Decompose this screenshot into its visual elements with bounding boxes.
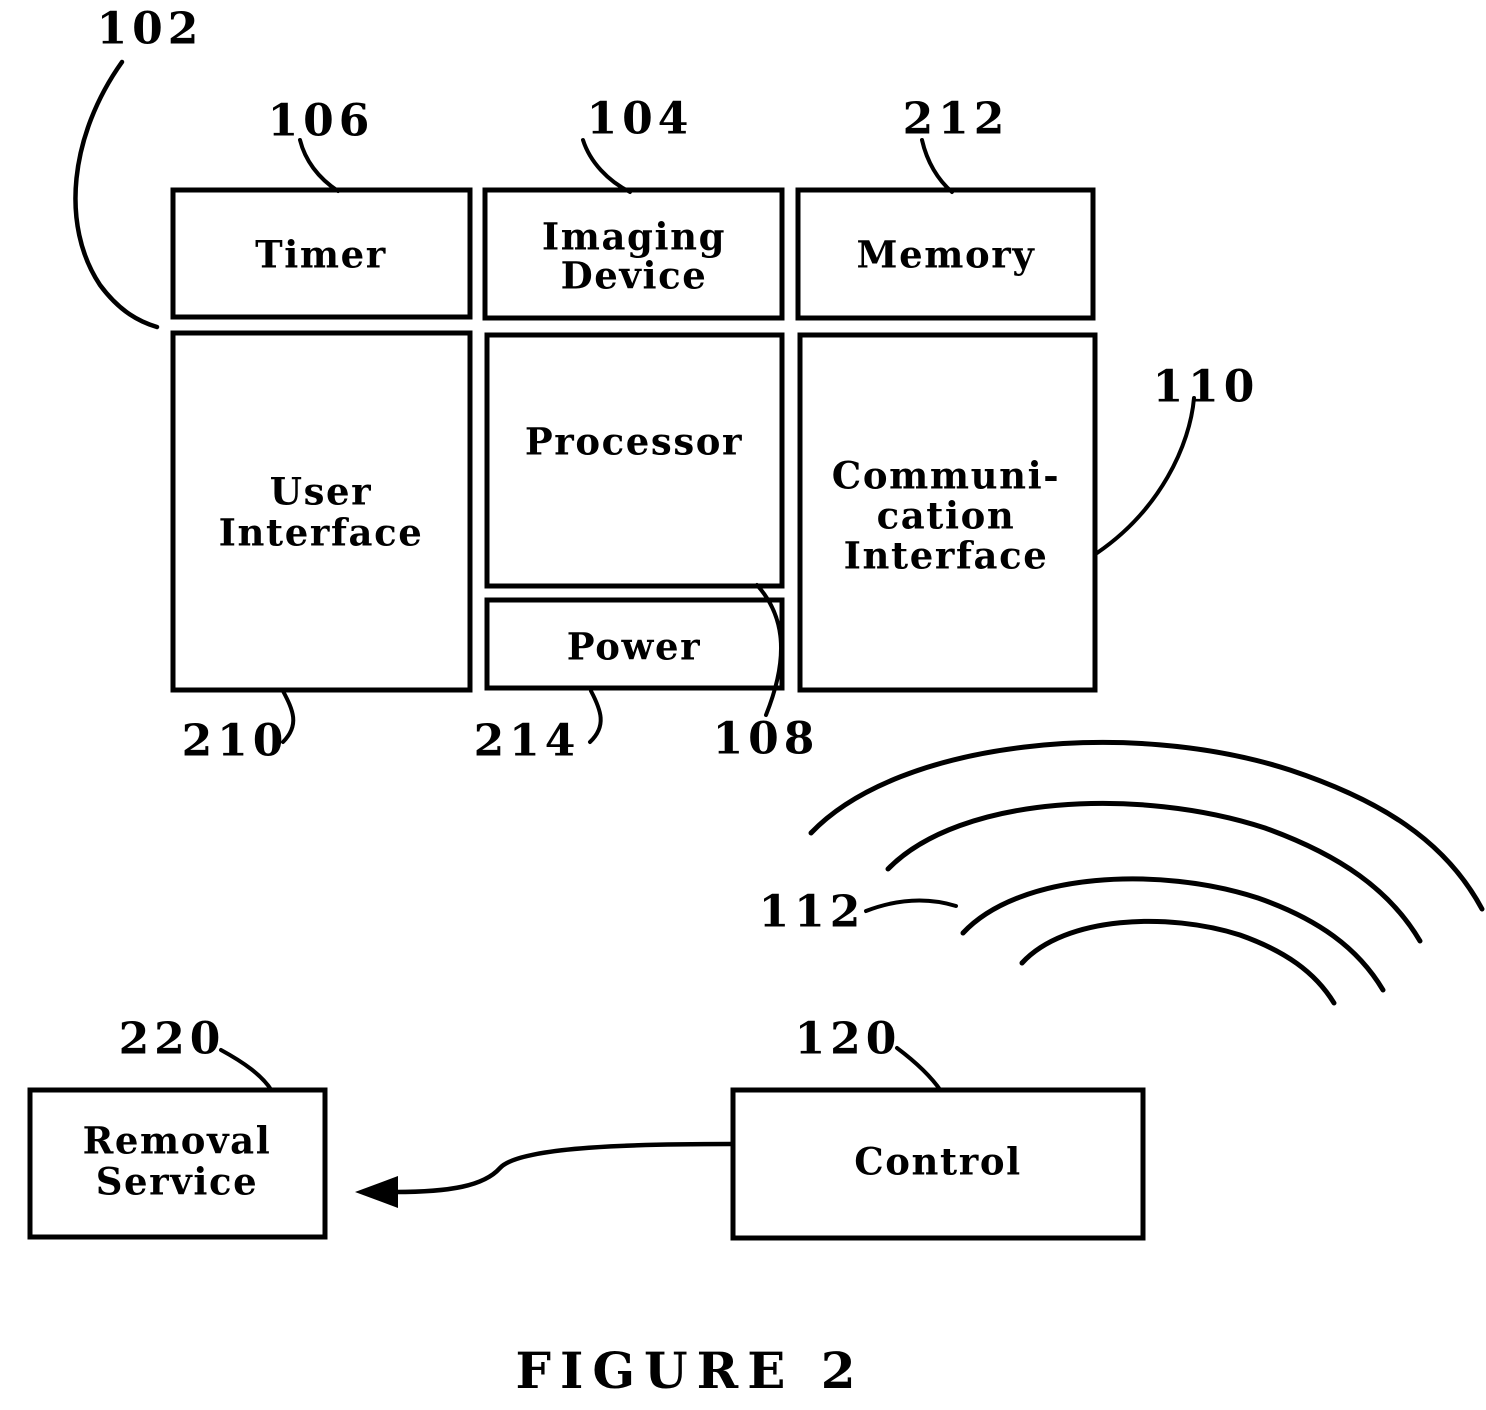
wireless-signal-arcs bbox=[808, 739, 1485, 1006]
leader-line-214 bbox=[588, 689, 603, 744]
user-interface-label-line2: Interface bbox=[219, 511, 424, 555]
power-label: Power bbox=[567, 625, 701, 669]
wireless-arc-3 bbox=[960, 876, 1386, 993]
leader-line-104 bbox=[581, 138, 632, 194]
block-power: Power bbox=[484, 597, 785, 691]
leader-line-212 bbox=[920, 138, 954, 194]
leader-line-220 bbox=[219, 1048, 274, 1093]
block-communication-interface: Communi- cation Interface bbox=[797, 332, 1098, 693]
control-to-removal-arrow-head bbox=[355, 1176, 398, 1208]
figure-caption: FIGURE 2 bbox=[515, 1341, 864, 1400]
patent-diagram-canvas: Timer Imaging Device Memory User Interfa… bbox=[27, 4, 1485, 1400]
leader-line-102 bbox=[73, 59, 160, 330]
leader-line-112 bbox=[864, 898, 958, 913]
leader-line-120 bbox=[895, 1046, 943, 1093]
processor-label: Processor bbox=[525, 420, 743, 464]
ref-numeral-106: 106 bbox=[268, 96, 375, 147]
ref-numeral-214: 214 bbox=[474, 716, 581, 767]
control-label: Control bbox=[854, 1140, 1022, 1184]
ref-numeral-210: 210 bbox=[182, 716, 289, 767]
ref-numeral-110: 110 bbox=[1153, 362, 1260, 413]
removal-service-label-line1: Removal bbox=[83, 1119, 272, 1163]
imaging-device-label-line1: Imaging bbox=[542, 215, 726, 259]
timer-label: Timer bbox=[255, 233, 387, 277]
ref-numeral-120: 120 bbox=[795, 1014, 902, 1065]
block-user-interface: User Interface bbox=[170, 330, 473, 693]
ref-numeral-220: 220 bbox=[119, 1014, 226, 1065]
removal-service-label-line2: Service bbox=[96, 1160, 259, 1204]
block-timer: Timer bbox=[170, 187, 473, 320]
block-imaging-device: Imaging Device bbox=[482, 187, 785, 321]
block-processor: Processor bbox=[484, 332, 785, 589]
memory-label: Memory bbox=[857, 233, 1036, 277]
ref-numeral-102: 102 bbox=[97, 4, 204, 55]
patent-figure-root: Timer Imaging Device Memory User Interfa… bbox=[0, 0, 1486, 1410]
wireless-arc-4 bbox=[1019, 918, 1337, 1006]
block-memory: Memory bbox=[795, 187, 1096, 321]
imaging-device-label-line2: Device bbox=[561, 254, 708, 298]
leader-line-106 bbox=[298, 138, 340, 193]
control-to-removal-arrow-line bbox=[394, 1141, 732, 1195]
ref-numeral-112: 112 bbox=[759, 887, 866, 938]
user-interface-label-line1: User bbox=[270, 470, 373, 514]
communication-interface-label-line2: cation bbox=[877, 494, 1016, 538]
block-control: Control bbox=[730, 1087, 1146, 1241]
block-removal-service: Removal Service bbox=[27, 1087, 328, 1240]
communication-interface-label-line3: Interface bbox=[844, 534, 1049, 578]
control-to-removal-arrow bbox=[355, 1141, 732, 1208]
leader-line-110 bbox=[1095, 396, 1196, 555]
ref-numeral-108: 108 bbox=[713, 714, 820, 765]
communication-interface-label-line1: Communi- bbox=[832, 454, 1060, 498]
wireless-arc-1 bbox=[808, 739, 1485, 912]
ref-numeral-212: 212 bbox=[903, 94, 1010, 145]
ref-numeral-104: 104 bbox=[587, 94, 694, 145]
